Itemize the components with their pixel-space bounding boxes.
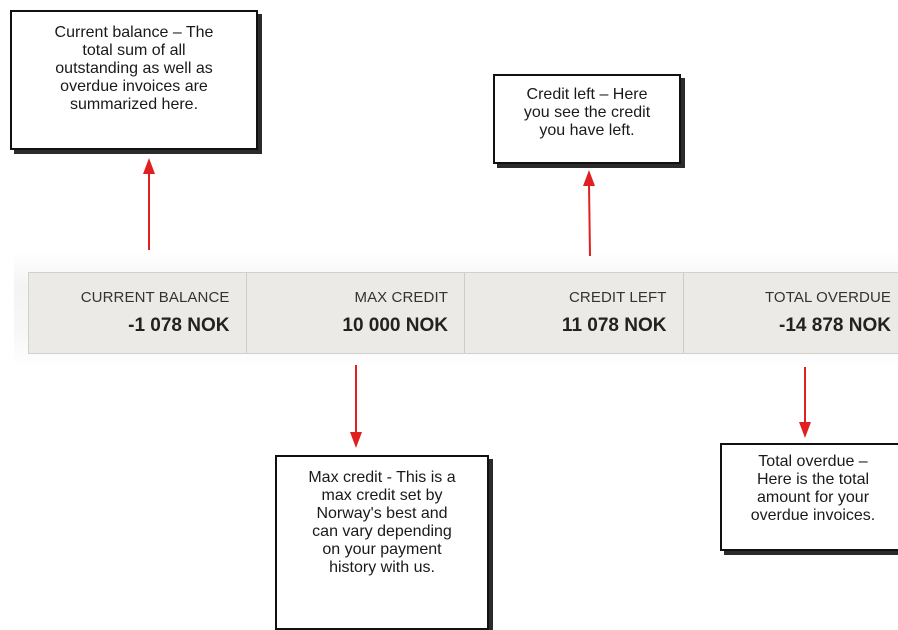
account-summary-panel: CURRENT BALANCE -1 078 NOK MAX CREDIT 10… bbox=[28, 272, 898, 354]
credit-left-value: 11 078 NOK bbox=[562, 315, 667, 337]
arrowhead-current-balance bbox=[143, 158, 155, 174]
total-overdue-value: -14 878 NOK bbox=[779, 315, 891, 337]
arrowhead-max-credit bbox=[350, 432, 362, 448]
max-credit-value: 10 000 NOK bbox=[342, 315, 448, 337]
current-balance-label: CURRENT BALANCE bbox=[81, 289, 230, 306]
max-credit-label: MAX CREDIT bbox=[354, 289, 448, 306]
summary-cell-total-overdue: TOTAL OVERDUE -14 878 NOK bbox=[684, 273, 898, 353]
summary-cell-current-balance: CURRENT BALANCE -1 078 NOK bbox=[29, 273, 247, 353]
callout-max-credit: Max credit - This is a max credit set by… bbox=[275, 455, 489, 630]
callout-credit-left: Credit left – Here you see the credit yo… bbox=[493, 74, 681, 164]
summary-cell-credit-left: CREDIT LEFT 11 078 NOK bbox=[465, 273, 684, 353]
arrowhead-credit-left bbox=[583, 170, 595, 186]
arrow-credit-left bbox=[589, 184, 590, 256]
callout-total-overdue: Total overdue – Here is the total amount… bbox=[720, 443, 898, 551]
total-overdue-label: TOTAL OVERDUE bbox=[765, 289, 891, 306]
summary-cell-max-credit: MAX CREDIT 10 000 NOK bbox=[247, 273, 466, 353]
current-balance-value: -1 078 NOK bbox=[128, 315, 229, 337]
callout-current-balance: Current balance – The total sum of all o… bbox=[10, 10, 258, 150]
credit-left-label: CREDIT LEFT bbox=[569, 289, 667, 306]
arrowhead-total-overdue bbox=[799, 422, 811, 438]
